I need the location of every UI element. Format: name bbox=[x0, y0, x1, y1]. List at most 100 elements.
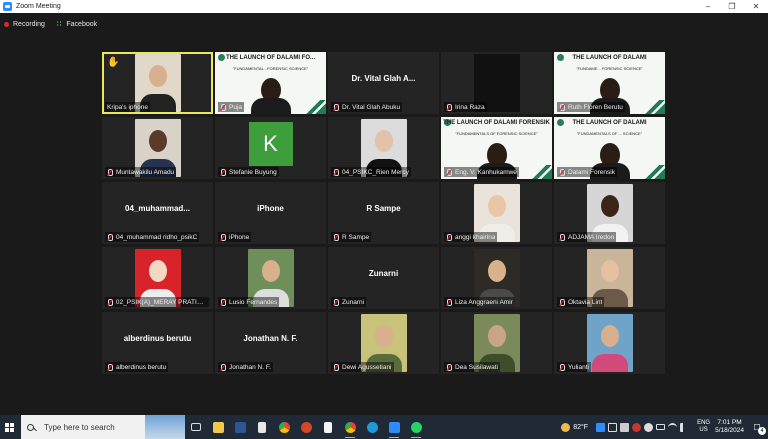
clock-time: 7:01 PM bbox=[717, 419, 742, 426]
zoom-tray-icon[interactable] bbox=[596, 422, 606, 432]
chrome-icon[interactable] bbox=[273, 415, 295, 439]
language-indicator[interactable]: ENG US bbox=[697, 420, 710, 434]
document-icon[interactable] bbox=[251, 415, 273, 439]
muted-mic-icon bbox=[559, 363, 565, 371]
volume-icon[interactable] bbox=[680, 422, 689, 432]
zoom-app-icon bbox=[3, 2, 12, 11]
powerpoint-icon[interactable] bbox=[295, 415, 317, 439]
participant-tile[interactable]: anggi khairina bbox=[441, 182, 552, 244]
taskbar-clock[interactable]: 7:01 PM 5/18/2024 bbox=[715, 419, 744, 435]
participant-tile[interactable]: THE LAUNCH OF DALAMI "FUNDAME... FORENSIC… bbox=[554, 52, 665, 114]
participant-display-name: alberdinus berutu bbox=[123, 334, 192, 343]
participant-name-tag: Stefanie Buyung bbox=[218, 167, 279, 177]
participant-name-tag: Oktavia Lint bbox=[557, 297, 605, 307]
search-placeholder: Type here to search bbox=[44, 422, 115, 432]
minimize-button[interactable]: – bbox=[696, 0, 720, 13]
participant-tile[interactable]: Dewi Agussetiani bbox=[328, 312, 439, 374]
muted-mic-icon bbox=[220, 168, 226, 176]
meeting-status-bar: Recording ∷ Facebook bbox=[0, 13, 768, 35]
participant-name-tag: 04_muhammad ridho_psikC bbox=[105, 232, 200, 242]
system-tray: 82°F ENG US 7:01 PM 5/18/2024 ☐ 4 bbox=[561, 415, 768, 439]
participant-name: Eng. V. Kanhukamwe bbox=[455, 168, 517, 176]
participant-name: 04_PSIKC_Rien Mercy bbox=[342, 168, 409, 176]
search-icon bbox=[27, 423, 34, 431]
participant-tile[interactable]: Lusio Fernandes bbox=[215, 247, 326, 309]
participant-tile[interactable]: 02_PSIK(A)_MERAY PRATIDI... bbox=[102, 247, 213, 309]
participant-face bbox=[600, 260, 619, 283]
muted-mic-icon bbox=[107, 298, 113, 306]
participant-name-tag: R Sampe bbox=[331, 232, 372, 242]
battery-icon[interactable] bbox=[656, 424, 666, 430]
profile-avatar: K bbox=[248, 122, 293, 166]
slide-title: THE LAUNCH OF DALAMI FO... bbox=[226, 55, 315, 61]
participant-name-tag: Puja bbox=[218, 102, 245, 112]
slide-decoration bbox=[304, 100, 326, 114]
whatsapp-icon[interactable] bbox=[405, 415, 427, 439]
participant-tile[interactable]: 04_muhammad... 04_muhammad ridho_psikC bbox=[102, 182, 213, 244]
zoom-taskbar-icon[interactable] bbox=[383, 415, 405, 439]
notepad-icon[interactable] bbox=[317, 415, 339, 439]
chrome-profile-icon[interactable] bbox=[339, 415, 361, 439]
participant-name: Oktavia Lint bbox=[568, 298, 603, 306]
participant-name: Muntawakilu Amadu bbox=[116, 168, 175, 176]
start-button[interactable] bbox=[0, 415, 18, 439]
participant-name-tag: Dalami Forensik bbox=[557, 167, 617, 177]
participant-face bbox=[600, 325, 619, 348]
edge-icon[interactable] bbox=[361, 415, 383, 439]
participant-display-name: iPhone bbox=[257, 204, 284, 213]
participant-name: Dea Susilawati bbox=[455, 363, 498, 371]
participant-tile[interactable]: Oktavia Lint bbox=[554, 247, 665, 309]
participant-name: R Sampe bbox=[342, 233, 370, 241]
shield-icon[interactable] bbox=[620, 422, 630, 432]
chrome-tray-icon[interactable] bbox=[644, 422, 654, 432]
participant-name: anggi khairina bbox=[455, 233, 496, 241]
participant-tile[interactable]: K Stefanie Buyung bbox=[215, 117, 326, 179]
participant-tile[interactable]: Muntawakilu Amadu bbox=[102, 117, 213, 179]
participant-tile[interactable]: alberdinus berutu alberdinus berutu bbox=[102, 312, 213, 374]
antivirus-icon[interactable] bbox=[632, 422, 642, 432]
participant-name-tag: Yulianti bbox=[557, 362, 591, 372]
participant-tile[interactable]: Dr. Vital Glah A... Dr. Vital Glah Abuku bbox=[328, 52, 439, 114]
close-button[interactable]: ✕ bbox=[744, 0, 768, 13]
notification-center-icon[interactable]: ☐ 4 bbox=[750, 420, 766, 435]
participant-tile[interactable]: Yulianti bbox=[554, 312, 665, 374]
temperature[interactable]: 82°F bbox=[573, 424, 588, 431]
participant-tile[interactable]: R Sampe R Sampe bbox=[328, 182, 439, 244]
window-title: Zoom Meeting bbox=[16, 3, 61, 10]
participant-name: ADJAMA Iredon bbox=[568, 233, 615, 241]
participant-tile[interactable]: Dea Susilawati bbox=[441, 312, 552, 374]
facebook-live-label[interactable]: Facebook bbox=[66, 21, 97, 28]
participant-name: Liza Anggraeni Amir bbox=[455, 298, 513, 306]
participant-face bbox=[487, 260, 506, 283]
recording-label[interactable]: Recording bbox=[13, 21, 45, 28]
participant-name: Lusio Fernandes bbox=[229, 298, 278, 306]
participant-tile[interactable]: 04_PSIKC_Rien Mercy bbox=[328, 117, 439, 179]
participant-tile[interactable]: iPhone iPhone bbox=[215, 182, 326, 244]
task-view-icon[interactable] bbox=[185, 415, 207, 439]
participant-tile[interactable]: THE LAUNCH OF DALAMI FO... "FUNDAMENTAL..… bbox=[215, 52, 326, 114]
participant-tile[interactable]: Irina Raza bbox=[441, 52, 552, 114]
taskbar-search[interactable]: Type here to search bbox=[21, 415, 185, 439]
slide-decoration bbox=[643, 165, 665, 179]
participant-tile[interactable]: ADJAMA Iredon bbox=[554, 182, 665, 244]
participant-tile[interactable]: THE LAUNCH OF DALAMI FORENSIK "FUNDAMENTA… bbox=[441, 117, 552, 179]
muted-mic-icon bbox=[559, 298, 565, 306]
participant-face bbox=[600, 195, 619, 218]
maximize-button[interactable]: ❐ bbox=[720, 0, 744, 13]
participant-tile[interactable]: ✋ Kripa's iphone bbox=[102, 52, 213, 114]
muted-mic-icon bbox=[333, 233, 339, 241]
wifi-icon[interactable] bbox=[668, 422, 678, 432]
picture-tray-icon[interactable] bbox=[608, 422, 618, 432]
recording-icon bbox=[4, 21, 9, 27]
participant-face bbox=[148, 260, 167, 283]
participant-tile[interactable]: Jonathan N. F. Jonathan N. F. bbox=[215, 312, 326, 374]
word-icon[interactable] bbox=[229, 415, 251, 439]
file-explorer-icon[interactable] bbox=[207, 415, 229, 439]
participant-name: Yulianti bbox=[568, 363, 589, 371]
participant-tile[interactable]: Liza Anggraeni Amir bbox=[441, 247, 552, 309]
participant-tile[interactable]: Zunarni Zunarni bbox=[328, 247, 439, 309]
participant-video bbox=[586, 314, 633, 372]
language-code: ENG bbox=[697, 420, 711, 426]
muted-mic-icon bbox=[333, 168, 339, 176]
participant-tile[interactable]: THE LAUNCH OF DALAMI "FUNDAMENTALS OF ...… bbox=[554, 117, 665, 179]
